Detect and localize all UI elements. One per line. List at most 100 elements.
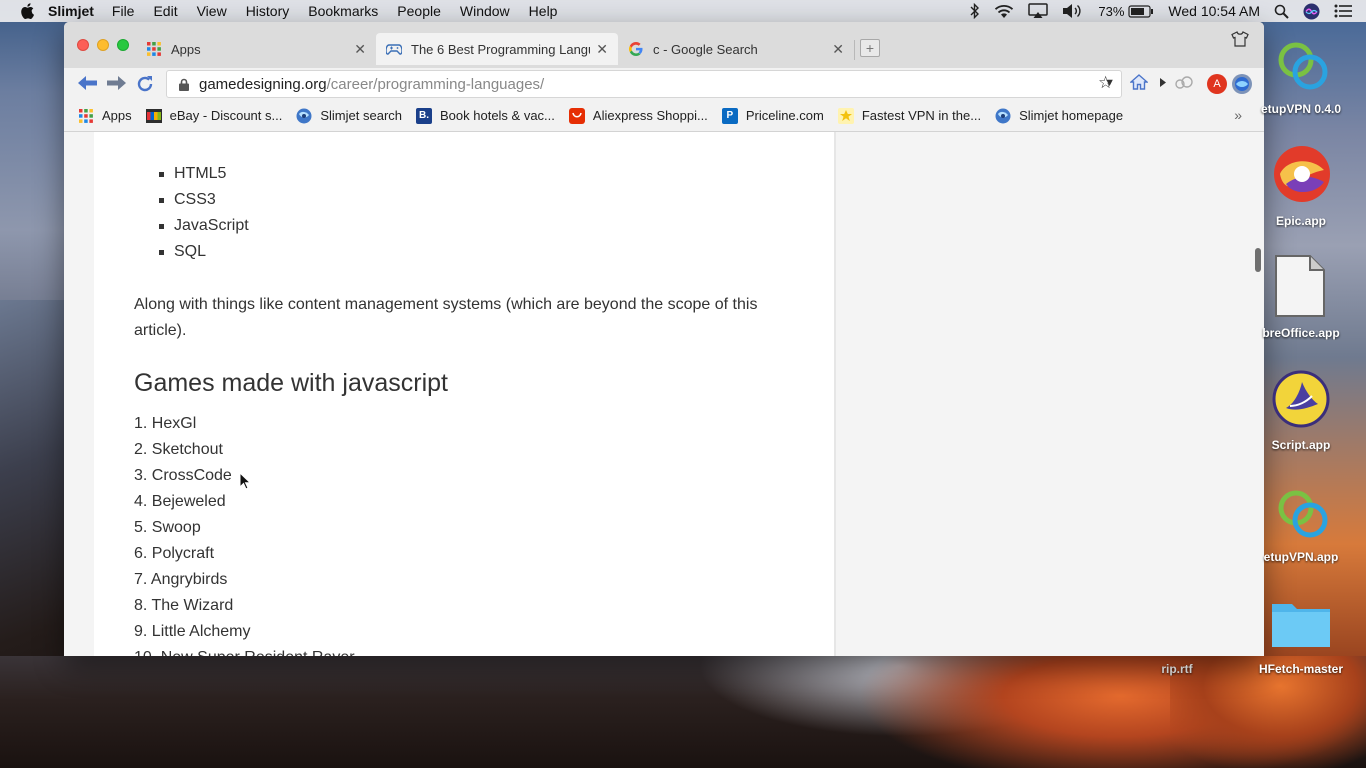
menu-file[interactable]: File [112,3,135,19]
bluetooth-icon[interactable] [970,3,980,19]
list-item: 9. Little Alchemy [134,623,251,640]
close-window-button[interactable] [77,39,89,51]
page-viewport: HTML5 CSS3 JavaScript SQL Along with thi… [64,132,1264,656]
desktop-icon-setupvpn-app[interactable]: etupVPN.app [1246,484,1356,568]
tab-google-search[interactable]: c - Google Search ✕ [618,33,854,65]
bookmark-ebay[interactable]: eBay - Discount s... [145,108,282,124]
slimjet-globe-icon [995,108,1011,124]
tab-label: Apps [171,41,201,57]
close-tab-icon[interactable]: ✕ [596,41,608,58]
minimize-window-button[interactable] [97,39,109,51]
bookmark-label: Slimjet homepage [1019,108,1124,123]
bookmark-slimjet-homepage[interactable]: Slimjet homepage [995,108,1123,124]
tab-programming-languages[interactable]: The 6 Best Programming Langua ✕ [376,33,618,65]
games-list: 1. HexGl 2. Sketchout 3. CrossCode 4. Be… [134,411,355,656]
browser-toolbar: gamedesigning.org /career/programming-la… [64,68,1264,100]
menu-bar: Slimjet File Edit View History Bookmarks… [0,0,1366,22]
list-item: 7. Angrybirds [134,571,228,588]
bookmark-vpn[interactable]: Fastest VPN in the... [837,107,981,124]
script-icon [1272,370,1330,428]
desktop-icon-libreoffice[interactable]: breOffice.app [1246,254,1356,342]
gamepad-icon [386,41,402,57]
zoom-window-button[interactable] [117,39,129,51]
desktop-icon-script[interactable]: Script.app [1246,370,1356,454]
address-bar[interactable]: gamedesigning.org /career/programming-la… [166,70,1122,98]
menubar-clock[interactable]: Wed 10:54 AM [1168,3,1260,19]
cloud-link-icon[interactable] [1175,76,1193,90]
bookmark-aliexpress[interactable]: Aliexpress Shoppi... [568,107,708,124]
libreoffice-icon [1275,255,1325,317]
bookmark-star-icon[interactable]: ☆ [1098,73,1113,93]
battery-percent: 73% [1098,3,1125,19]
spotlight-search-icon[interactable] [1274,4,1289,19]
google-icon [628,41,644,57]
mouse-pointer-icon [239,471,252,495]
menu-people[interactable]: People [397,3,441,19]
menu-help[interactable]: Help [529,3,558,19]
aliexpress-icon [568,107,585,124]
tab-strip: Apps ✕ The 6 Best Programming Langua ✕ c… [64,22,1264,68]
bookmark-priceline[interactable]: P Priceline.com [721,107,824,124]
list-item: CSS3 [159,187,249,213]
priceline-icon: P [721,107,738,124]
apps-grid-icon [78,108,94,124]
bookmark-label: Aliexpress Shoppi... [592,108,708,123]
tab-apps[interactable]: Apps ✕ [136,33,376,65]
avatar[interactable]: A [1207,74,1227,94]
bookmark-slimjet-search[interactable]: Slimjet search [296,108,402,124]
apple-menu-icon[interactable] [20,3,36,19]
lock-icon[interactable] [179,78,189,91]
back-arrow-icon[interactable] [78,76,98,90]
list-item: 8. The Wizard [134,597,234,614]
desktop-icon-label: etupVPN.app [1263,550,1339,564]
menu-view[interactable]: View [197,3,227,19]
home-icon[interactable] [1130,74,1148,90]
tab-divider [854,40,855,60]
airplay-icon[interactable] [1028,3,1049,19]
desktop-icon-label: HFetch-master [1258,662,1344,676]
profile-avatar-letter: A [1207,74,1227,94]
new-tab-button[interactable]: + [860,39,880,57]
notification-center-icon[interactable] [1334,4,1352,18]
technology-list: HTML5 CSS3 JavaScript SQL [159,161,249,265]
bookmarks-bar: Apps eBay - Discount s... Slimjet search… [64,100,1264,132]
wifi-icon[interactable] [994,4,1014,19]
list-item: SQL [159,239,249,265]
bookmark-booking[interactable]: B. Book hotels & vac... [416,107,555,124]
url-path: /career/programming-languages/ [326,75,545,93]
battery-icon[interactable] [1128,4,1154,18]
ebay-icon [145,108,162,124]
bookmark-apps[interactable]: Apps [78,108,132,124]
setupvpn-icon [1278,490,1328,538]
menu-window[interactable]: Window [460,3,510,19]
forward-arrow-icon[interactable] [106,76,126,90]
bookmark-label: Book hotels & vac... [440,108,555,123]
close-tab-icon[interactable]: ✕ [354,41,366,58]
menu-edit[interactable]: Edit [153,3,177,19]
section-heading: Games made with javascript [134,369,449,397]
bookmark-label: Apps [102,108,132,123]
menu-app-name[interactable]: Slimjet [48,3,94,19]
volume-icon[interactable] [1062,3,1084,19]
desktop-icon-epic[interactable]: Epic.app [1246,144,1356,230]
article-body: HTML5 CSS3 JavaScript SQL Along with thi… [94,132,836,656]
window-controls [77,39,137,51]
desktop-file-rtf[interactable]: rip.rtf [1122,662,1232,680]
desktop-icon-hfetch[interactable]: HFetch-master [1246,596,1356,682]
close-tab-icon[interactable]: ✕ [832,41,844,58]
menu-bookmarks[interactable]: Bookmarks [308,3,378,19]
menu-history[interactable]: History [246,3,290,19]
extensions-arrow-icon[interactable] [1160,78,1166,87]
siri-icon[interactable] [1303,3,1320,20]
list-item: 6. Polycraft [134,545,215,562]
epic-browser-icon [1274,146,1330,202]
list-item: 10. New Super Resident Raver [134,645,355,656]
url-domain: gamedesigning.org [199,75,327,93]
booking-icon: B. [416,107,432,124]
bookmarks-overflow-chevron-icon[interactable]: » [1234,107,1242,123]
setupvpn-icon [1278,42,1328,90]
desktop-icon-setupvpn[interactable]: etupVPN 0.4.0 [1246,36,1356,120]
list-item: 2. Sketchout [134,441,223,458]
reload-icon[interactable] [136,75,154,93]
tab-label: The 6 Best Programming Langua [411,41,591,57]
